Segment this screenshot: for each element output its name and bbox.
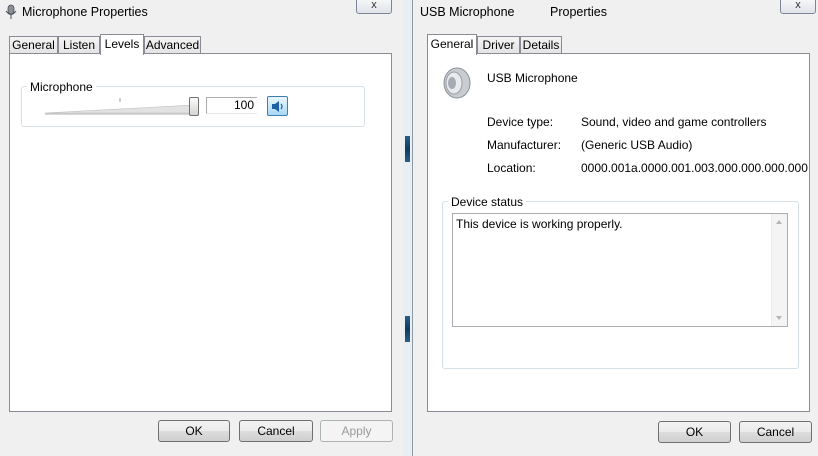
cancel-button[interactable]: Cancel xyxy=(739,421,812,443)
window-title-device: USB Microphone xyxy=(420,5,515,19)
tab-general[interactable]: General xyxy=(9,36,58,53)
window-title-suffix: Properties xyxy=(550,5,607,19)
tab-advanced[interactable]: Advanced xyxy=(144,36,201,53)
tab-listen[interactable]: Listen xyxy=(58,36,100,53)
tab-levels[interactable]: Levels xyxy=(100,34,144,55)
apply-button[interactable]: Apply xyxy=(320,420,393,442)
background-strip xyxy=(405,136,410,162)
level-value-field[interactable]: 100 xyxy=(206,97,257,114)
microphone-properties-window: Microphone Properties x General Listen L… xyxy=(0,0,404,456)
device-name: USB Microphone xyxy=(487,71,578,85)
slider-thumb[interactable] xyxy=(189,97,199,116)
mute-button[interactable] xyxy=(267,96,288,116)
tab-driver[interactable]: Driver xyxy=(477,36,520,53)
levels-panel: Microphone 100 xyxy=(9,53,392,412)
general-panel: USB Microphone Device type: Sound, video… xyxy=(427,53,810,412)
close-button[interactable]: x xyxy=(780,0,816,14)
speaker-volume-icon xyxy=(271,100,285,116)
speaker-device-icon xyxy=(441,66,473,103)
manufacturer-value: (Generic USB Audio) xyxy=(581,138,693,152)
usb-microphone-properties-window: USB Microphone Properties x General Driv… xyxy=(412,0,818,456)
vertical-scrollbar[interactable] xyxy=(771,214,787,326)
device-status-text: This device is working properly. xyxy=(456,217,623,231)
background-strip xyxy=(405,316,410,342)
scroll-down-arrow-icon[interactable] xyxy=(776,316,782,320)
ok-button[interactable]: OK xyxy=(658,421,731,443)
window-gap xyxy=(403,0,412,456)
close-button[interactable]: x xyxy=(356,0,392,14)
title-bar[interactable]: Microphone Properties x xyxy=(0,0,403,24)
tab-general[interactable]: General xyxy=(427,34,477,55)
title-bar[interactable]: USB Microphone Properties x xyxy=(413,0,818,24)
device-type-label: Device type: xyxy=(487,115,554,129)
level-slider[interactable] xyxy=(43,96,201,116)
cancel-button[interactable]: Cancel xyxy=(239,420,313,442)
device-type-value: Sound, video and game controllers xyxy=(581,115,767,129)
manufacturer-label: Manufacturer: xyxy=(487,138,562,152)
tab-details[interactable]: Details xyxy=(520,36,562,53)
microphone-icon xyxy=(4,4,18,20)
ok-button[interactable]: OK xyxy=(158,420,230,442)
location-value: 0000.001a.0000.001.003.000.000.000.000 xyxy=(581,161,808,175)
device-status-textbox[interactable]: This device is working properly. xyxy=(452,213,788,327)
device-status-label: Device status xyxy=(448,195,527,209)
scroll-up-arrow-icon[interactable] xyxy=(776,220,782,224)
window-title: Microphone Properties xyxy=(22,5,148,19)
level-value: 100 xyxy=(233,98,254,112)
location-label: Location: xyxy=(487,161,536,175)
group-label: Microphone xyxy=(27,80,96,94)
